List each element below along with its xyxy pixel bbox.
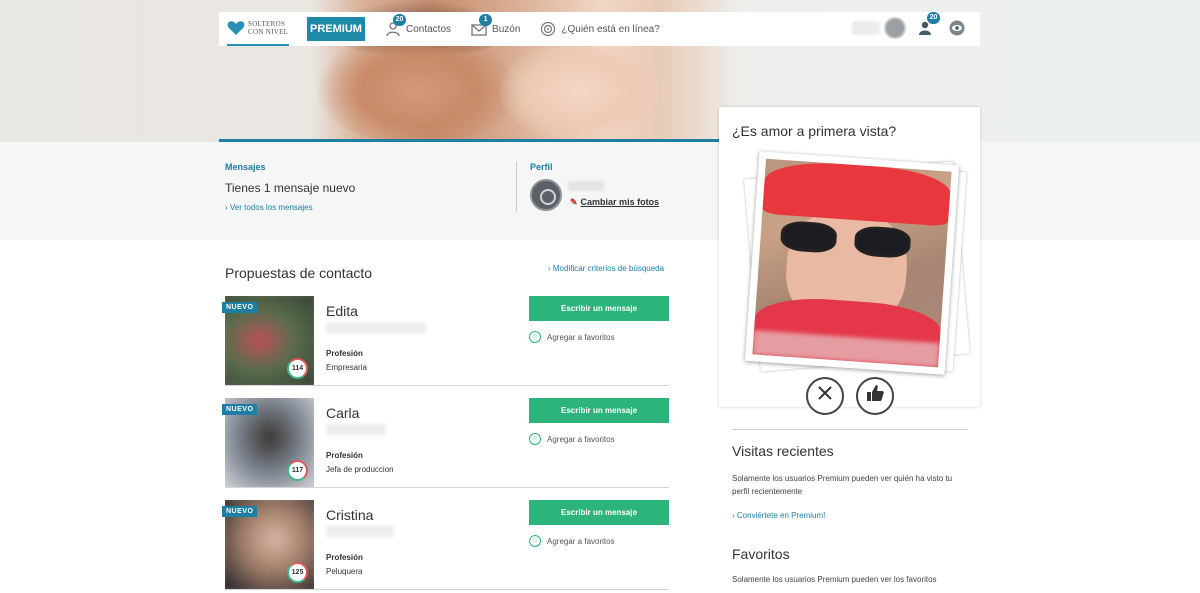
new-badge: NUEVO bbox=[222, 506, 258, 517]
site-logo[interactable]: SOLTEROS CON NIVEL bbox=[227, 12, 289, 46]
premium-button[interactable]: PREMIUM bbox=[307, 17, 365, 41]
profile-avatar[interactable] bbox=[530, 179, 562, 211]
logo-line-2: CON NIVEL bbox=[248, 28, 289, 36]
envelope-icon: 1 bbox=[471, 14, 493, 37]
add-favorite-button[interactable]: ☆ Agregar a favoritos bbox=[529, 535, 615, 547]
profession-value: Jefa de produccion bbox=[326, 465, 394, 474]
top-navigation: SOLTEROS CON NIVEL PREMIUM 20 Contactos … bbox=[219, 12, 980, 46]
add-favorite-button[interactable]: ☆ Agregar a favoritos bbox=[529, 331, 615, 343]
section-accent-line bbox=[219, 139, 719, 142]
messages-summary: Mensajes Tienes 1 mensaje nuevo › Ver to… bbox=[225, 162, 515, 212]
nav-inbox[interactable]: 1 Buzón bbox=[471, 14, 521, 37]
change-photos-label: Cambiar mis fotos bbox=[580, 197, 660, 207]
inbox-badge: 1 bbox=[479, 14, 493, 26]
logo-text: SOLTEROS CON NIVEL bbox=[248, 20, 288, 36]
favorites-title: Favoritos bbox=[732, 546, 790, 562]
change-photos-link[interactable]: ✎ Cambiar mis fotos bbox=[570, 197, 659, 208]
become-premium-link[interactable]: › Conviértete en Premium! bbox=[732, 511, 825, 520]
profile-name-blurred bbox=[568, 181, 604, 191]
info-divider bbox=[516, 162, 517, 212]
contacts-badge: 20 bbox=[393, 14, 406, 26]
nav-user-area: 20 bbox=[852, 12, 966, 39]
close-icon bbox=[815, 383, 835, 409]
view-all-messages-label: Ver todos los mensajes bbox=[229, 203, 313, 212]
profession-label: Profesión bbox=[326, 451, 363, 460]
profession-label: Profesión bbox=[326, 349, 363, 358]
username-blurred bbox=[852, 21, 880, 35]
star-icon: ☆ bbox=[529, 433, 541, 445]
match-score: 117 bbox=[287, 460, 308, 481]
contact-name[interactable]: Cristina bbox=[326, 507, 373, 523]
new-badge: NUEVO bbox=[222, 302, 258, 313]
logo-line-1: SOLTEROS bbox=[248, 20, 286, 28]
match-photo[interactable] bbox=[744, 151, 960, 375]
star-icon: ☆ bbox=[529, 535, 541, 547]
pencil-icon: ✎ bbox=[570, 197, 578, 207]
nav-contacts-label: Contactos bbox=[406, 23, 452, 35]
reject-button[interactable] bbox=[806, 377, 844, 415]
match-title: ¿Es amor a primera vista? bbox=[732, 123, 897, 139]
write-message-button[interactable]: Escribir un mensaje bbox=[529, 398, 669, 423]
proposals-title: Propuestas de contacto bbox=[225, 265, 373, 281]
eye-icon[interactable] bbox=[948, 19, 966, 37]
modify-criteria-link[interactable]: › Modificar criterios de búsqueda bbox=[548, 264, 664, 273]
messages-heading: Mensajes bbox=[225, 162, 266, 172]
profession-label: Profesión bbox=[326, 553, 363, 562]
profession-value: Peluquera bbox=[326, 567, 363, 576]
profile-heading: Perfil bbox=[530, 162, 553, 172]
heart-logo-icon bbox=[227, 19, 245, 37]
user-avatar[interactable] bbox=[884, 17, 906, 39]
contact-details-blurred bbox=[326, 424, 386, 435]
match-photo-lens-left bbox=[779, 220, 838, 254]
contacts-icon: 20 bbox=[385, 14, 406, 37]
add-favorite-label: Agregar a favoritos bbox=[547, 434, 615, 444]
sidebar-divider bbox=[732, 429, 968, 430]
add-favorite-label: Agregar a favoritos bbox=[547, 332, 615, 342]
visits-badge: 20 bbox=[927, 12, 940, 24]
match-photo-cap bbox=[762, 158, 952, 227]
profession-value: Empresaria bbox=[326, 363, 367, 372]
view-all-messages-link[interactable]: › Ver todos los mensajes bbox=[225, 203, 515, 212]
write-message-button[interactable]: Escribir un mensaje bbox=[529, 296, 669, 321]
favorites-text: Solamente los usuarios Premium pueden ve… bbox=[732, 575, 937, 584]
add-favorite-button[interactable]: ☆ Agregar a favoritos bbox=[529, 433, 615, 445]
nav-who-online-label: ¿Quién está en línea? bbox=[561, 23, 660, 35]
contact-card: NUEVO 114 Edita Profesión Empresaria Esc… bbox=[222, 296, 669, 386]
match-score: 125 bbox=[287, 562, 308, 583]
become-premium-label: Conviértete en Premium! bbox=[736, 511, 826, 520]
match-panel: ¿Es amor a primera vista? bbox=[719, 107, 980, 415]
contact-details-blurred bbox=[326, 322, 426, 333]
nav-contacts[interactable]: 20 Contactos bbox=[385, 14, 452, 37]
hero-photo-man bbox=[318, 30, 518, 140]
contact-card: NUEVO 125 Cristina Profesión Peluquera E… bbox=[222, 500, 669, 590]
visits-icon[interactable]: 20 bbox=[918, 12, 940, 37]
add-favorite-label: Agregar a favoritos bbox=[547, 536, 615, 546]
match-photo-lens-right bbox=[853, 225, 912, 259]
modify-criteria-label: Modificar criterios de búsqueda bbox=[552, 264, 665, 273]
hero-photo-woman bbox=[500, 40, 660, 142]
contact-name[interactable]: Carla bbox=[326, 405, 359, 421]
target-icon bbox=[540, 21, 556, 37]
dashboard-background bbox=[0, 142, 1200, 240]
messages-text: Tienes 1 mensaje nuevo bbox=[225, 181, 356, 195]
contact-details-blurred bbox=[326, 526, 394, 537]
contact-card: NUEVO 117 Carla Profesión Jefa de produc… bbox=[222, 398, 669, 488]
nav-who-online[interactable]: ¿Quién está en línea? bbox=[540, 21, 660, 37]
thumbs-up-icon bbox=[865, 383, 885, 409]
match-score: 114 bbox=[287, 358, 308, 379]
new-badge: NUEVO bbox=[222, 404, 258, 415]
like-button[interactable] bbox=[856, 377, 894, 415]
contact-name[interactable]: Edita bbox=[326, 303, 358, 319]
recent-visits-text: Solamente los usuarios Premium pueden ve… bbox=[732, 474, 953, 496]
write-message-button[interactable]: Escribir un mensaje bbox=[529, 500, 669, 525]
nav-inbox-label: Buzón bbox=[492, 23, 521, 35]
match-photo-image bbox=[752, 158, 952, 368]
recent-visits-title: Visitas recientes bbox=[732, 443, 834, 459]
star-icon: ☆ bbox=[529, 331, 541, 343]
profile-summary: Perfil ✎ Cambiar mis fotos bbox=[530, 162, 710, 211]
